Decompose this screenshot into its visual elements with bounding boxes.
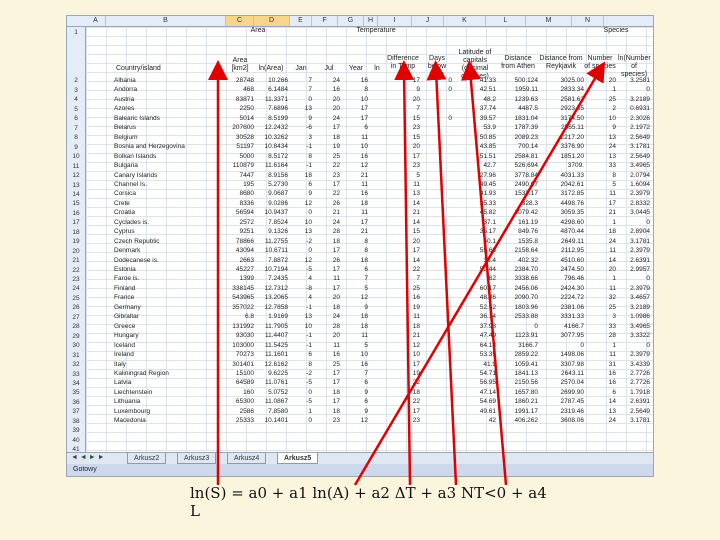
- arrow-latitude: [460, 60, 508, 486]
- arrow-temp-diff: [394, 60, 415, 486]
- arrow-ln-species: [353, 61, 606, 486]
- annotation-arrows: [208, 60, 606, 486]
- regression-formula: ln(S) = a0 + a1 ln(A) + a2 ΔT + a3 NT<0 …: [190, 484, 547, 520]
- slide: ABCDEFGHIJKLMN 1 2 3 4 5 6 7 8 9 10 11 12 13 14 15 16 17…: [0, 0, 720, 540]
- arrow-days-below-zero: [426, 60, 458, 486]
